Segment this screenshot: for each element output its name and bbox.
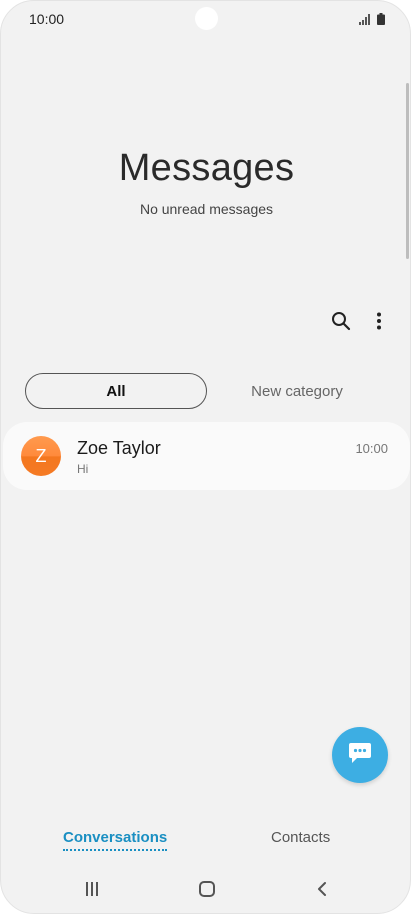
- conversation-name: Zoe Taylor: [77, 438, 161, 458]
- recent-apps-button[interactable]: [78, 879, 106, 903]
- navigation-bar: [1, 871, 410, 911]
- status-icons: [359, 12, 385, 30]
- more-options-button[interactable]: [365, 309, 393, 337]
- home-button[interactable]: [193, 879, 221, 903]
- tab-conversations[interactable]: Conversations: [63, 829, 168, 851]
- phone-screen: 10:00 Messages No unread messages All Ne…: [0, 0, 411, 914]
- page-subtitle: No unread messages: [139, 201, 274, 217]
- category-tab-new-category[interactable]: New category: [217, 373, 377, 409]
- signal-icon: [359, 12, 371, 30]
- search-icon: [331, 311, 351, 336]
- home-icon: [198, 880, 216, 903]
- front-camera: [195, 7, 218, 30]
- recent-apps-icon: [84, 881, 100, 902]
- back-button[interactable]: [308, 879, 336, 903]
- back-icon: [316, 881, 328, 902]
- new-message-icon: [348, 742, 372, 769]
- conversation-item[interactable]: Z Zoe Taylor Hi 10:00: [3, 422, 410, 490]
- category-tab-all[interactable]: All: [25, 373, 207, 409]
- tab-contacts[interactable]: Contacts: [271, 829, 330, 846]
- conversation-preview: Hi: [77, 462, 89, 476]
- conversation-time: 10:00: [355, 441, 388, 456]
- status-time: 10:00: [29, 11, 65, 27]
- more-vertical-icon: [376, 312, 382, 335]
- search-button[interactable]: [327, 309, 355, 337]
- avatar: Z: [21, 436, 61, 476]
- status-bar: 10:00: [1, 1, 410, 37]
- page-title: Messages: [118, 147, 295, 189]
- battery-icon: [377, 12, 385, 30]
- new-message-button[interactable]: [332, 727, 388, 783]
